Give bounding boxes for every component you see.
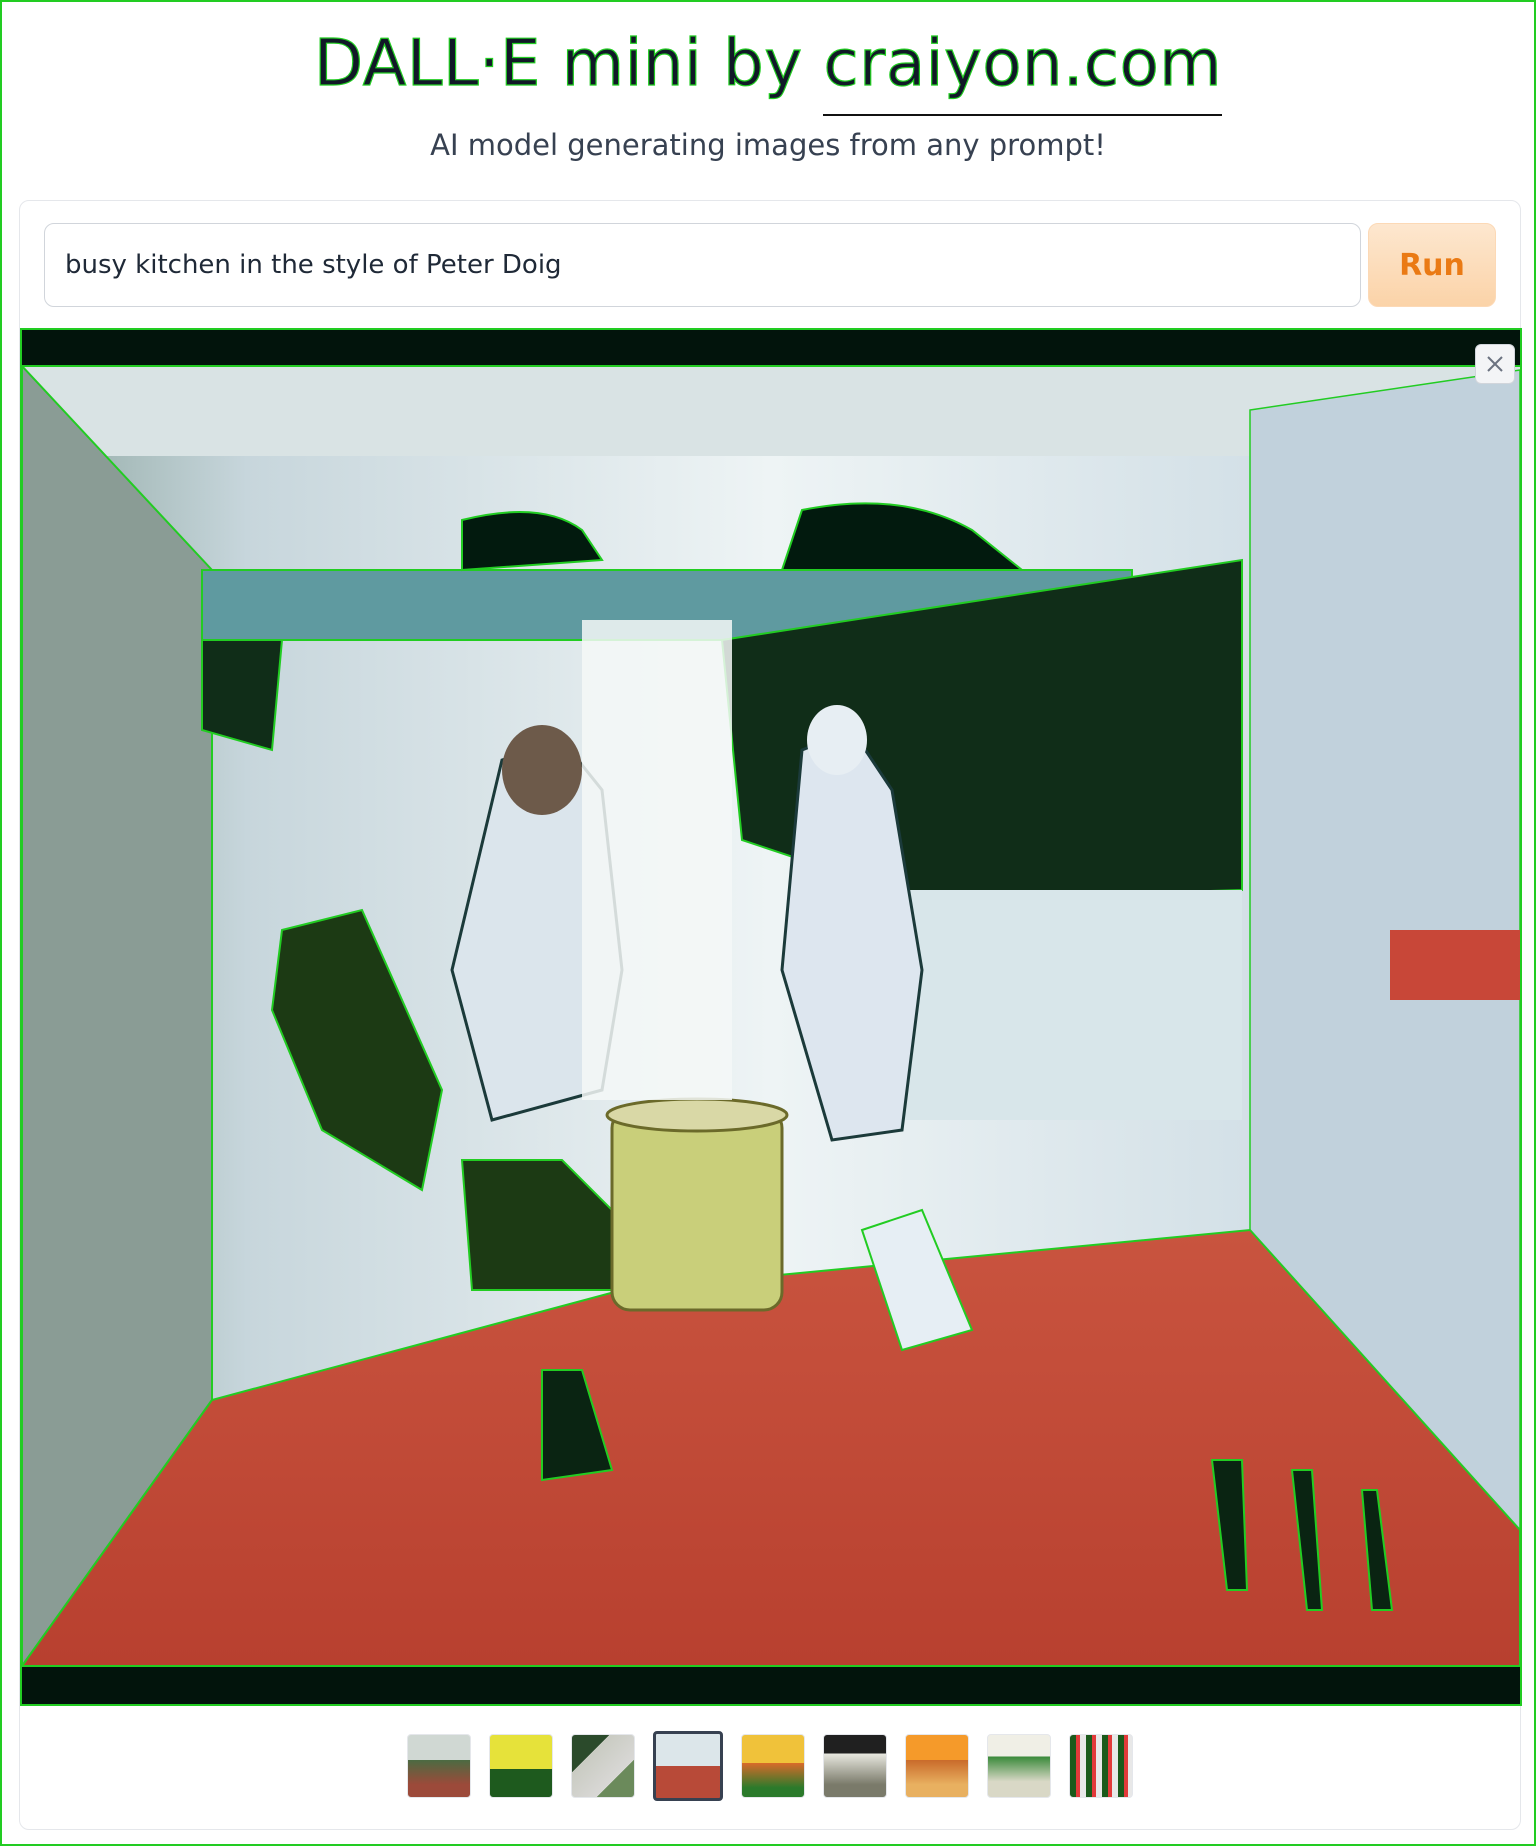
thumbnail-9[interactable] bbox=[1069, 1734, 1133, 1798]
header: DALL·E mini by craiyon.com AI model gene… bbox=[2, 2, 1534, 192]
thumbnail-2[interactable] bbox=[489, 1734, 553, 1798]
site-link[interactable]: craiyon.com bbox=[823, 24, 1222, 116]
page: DALL·E mini by craiyon.com AI model gene… bbox=[0, 0, 1536, 1846]
close-button[interactable] bbox=[1475, 344, 1515, 384]
image-gallery bbox=[20, 328, 1522, 1706]
thumbnail-8[interactable] bbox=[987, 1734, 1051, 1798]
thumbnail-4[interactable] bbox=[653, 1731, 723, 1801]
thumbnail-strip bbox=[20, 1731, 1520, 1801]
generator-panel: Run bbox=[19, 200, 1522, 1830]
run-button[interactable]: Run bbox=[1368, 223, 1496, 307]
title-prefix: DALL·E mini by bbox=[313, 26, 824, 101]
thumbnail-7[interactable] bbox=[905, 1734, 969, 1798]
page-subtitle: AI model generating images from any prom… bbox=[430, 128, 1106, 162]
close-icon bbox=[1487, 356, 1503, 372]
thumbnail-3[interactable] bbox=[571, 1734, 635, 1798]
thumbnail-5[interactable] bbox=[741, 1734, 805, 1798]
prompt-input[interactable] bbox=[44, 223, 1361, 307]
page-title: DALL·E mini by craiyon.com bbox=[2, 24, 1534, 116]
thumbnail-6[interactable] bbox=[823, 1734, 887, 1798]
thumbnail-1[interactable] bbox=[407, 1734, 471, 1798]
generated-image[interactable] bbox=[22, 330, 1520, 1704]
